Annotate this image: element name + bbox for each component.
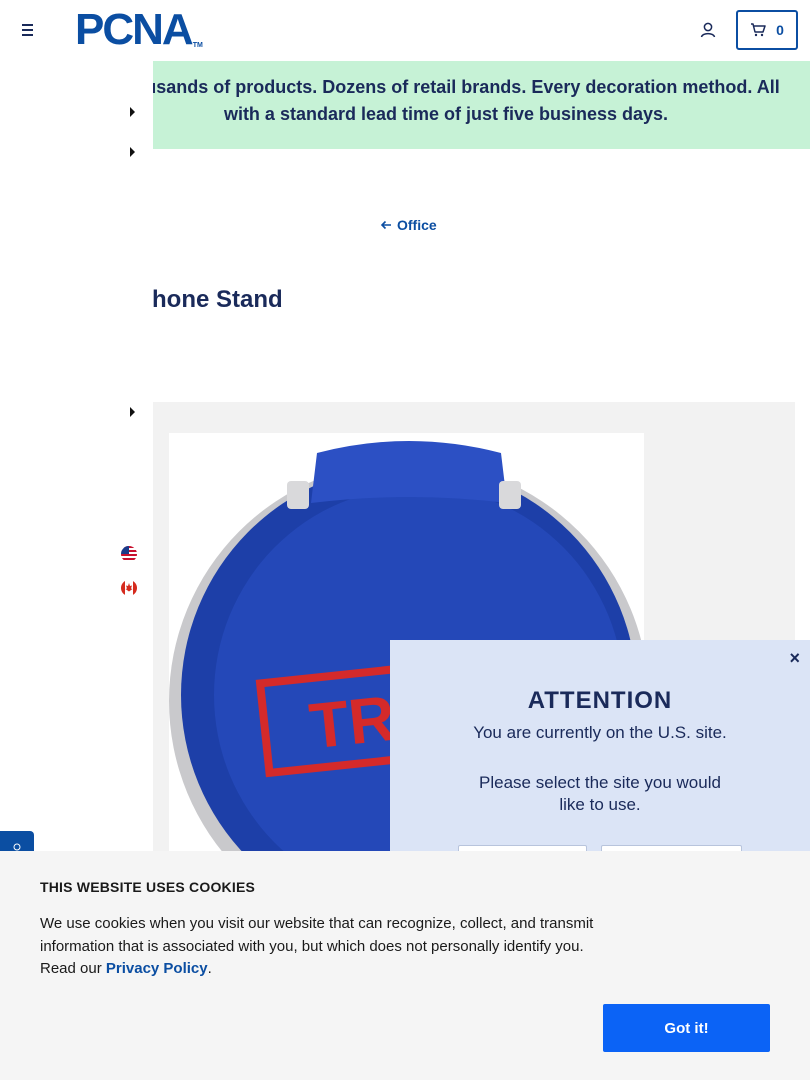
hamburger-icon-line	[22, 34, 33, 36]
promo-banner-text: Thousands of products. Dozens of retail …	[112, 77, 780, 124]
cookie-banner: THIS WEBSITE USES COOKIES We use cookies…	[0, 851, 810, 1080]
cart-icon	[751, 23, 766, 37]
caret-right-icon[interactable]	[130, 407, 135, 417]
caret-right-icon[interactable]	[130, 107, 135, 117]
attention-select-site: Please select the site you would like to…	[479, 773, 721, 814]
attention-title: ATTENTION	[527, 687, 673, 714]
arrow-left-icon	[380, 220, 391, 230]
cookie-title: THIS WEBSITE USES COOKIES	[40, 879, 256, 895]
close-icon[interactable]: ×	[789, 648, 800, 669]
cookie-body-period: .	[207, 960, 212, 977]
logo-trademark: TM	[192, 42, 203, 49]
logo-text: PCNA	[75, 5, 194, 54]
page: Thousands of products. Dozens of retail …	[0, 0, 810, 1080]
attention-current-site: You are currently on the U.S. site.	[473, 723, 727, 742]
us-flag-icon[interactable]	[121, 546, 137, 562]
caret-right-icon[interactable]	[130, 147, 135, 157]
hamburger-icon-line	[22, 29, 33, 31]
canada-flag-icon[interactable]	[121, 580, 137, 596]
user-icon[interactable]	[699, 21, 717, 39]
accept-cookies-button[interactable]: Got it!	[603, 1004, 770, 1052]
breadcrumb-back-link[interactable]: Office	[380, 217, 437, 233]
site-header: PCNA TM 0	[0, 0, 810, 61]
menu-button[interactable]	[18, 20, 38, 40]
cookie-body: We use cookies when you visit our websit…	[40, 913, 610, 981]
cart-button[interactable]: 0	[736, 10, 798, 50]
pcna-logo[interactable]: PCNA TM	[75, 6, 203, 52]
hamburger-icon	[22, 24, 33, 26]
cart-count: 0	[776, 22, 784, 38]
privacy-policy-link[interactable]: Privacy Policy	[106, 960, 208, 977]
breadcrumb-label: Office	[397, 217, 437, 233]
